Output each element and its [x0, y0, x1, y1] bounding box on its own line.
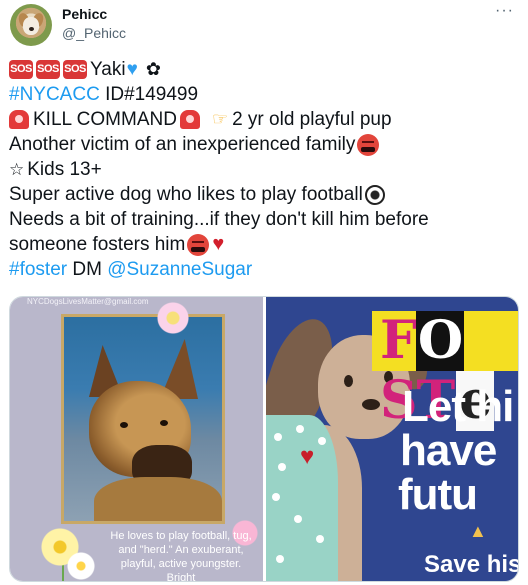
avatar-dog-face [23, 17, 39, 35]
police-light-icon [9, 110, 29, 129]
kids-text: Kids 13+ [27, 159, 102, 180]
hashtag-nycacc-link[interactable]: #NYCACC [9, 82, 100, 107]
shirt-dot [316, 535, 324, 543]
photo-frame [61, 314, 225, 524]
age-description-text: 2 yr old playful pup [232, 109, 392, 130]
flower-decoration [156, 301, 190, 335]
shirt-dot [318, 437, 326, 445]
tweet-line-4: Another victim of an inexperienced famil… [9, 132, 519, 157]
tweet-header: Pehicc @_Pehicc ··· [10, 2, 518, 46]
cartoon-dog-eye [344, 375, 353, 387]
blue-heart-icon: ♥ [126, 59, 138, 80]
tweet-line-9: #foster DM @SuzanneSugar [9, 257, 519, 282]
watermark-text: NYCDogsLivesMatter@gmail.com [27, 297, 149, 306]
tweet-line-1: SOS SOS SOS Yaki ♥ ✿ [9, 57, 519, 82]
tweet-line-2: #NYCACC ID#149499 [9, 82, 519, 107]
paw-prints-icon: ✿ [145, 59, 161, 79]
avatar[interactable] [10, 4, 52, 46]
avatar-dog-nose [29, 27, 34, 31]
cartoon-dog-nose [362, 399, 380, 410]
praying-hands-icon: ▲ [469, 521, 487, 541]
training-text: Needs a bit of training...if they don't … [9, 209, 429, 230]
photo-caption: He loves to play football, tug, and "her… [110, 530, 252, 582]
shirt-dot [276, 555, 284, 563]
author-display-name[interactable]: Pehicc [62, 6, 107, 22]
kill-command-text: KILL COMMAND [33, 109, 177, 130]
active-dog-text: Super active dog who likes to play footb… [9, 184, 363, 205]
dm-text: DM [67, 259, 108, 280]
dog-eye [160, 420, 168, 426]
dog-eye [120, 422, 128, 428]
victim-text: Another victim of an inexperienced famil… [9, 134, 356, 155]
author-handle[interactable]: @_Pehicc [62, 25, 126, 41]
poster-line: have [400, 426, 497, 475]
police-light-icon [179, 110, 200, 129]
foster-letter-f: F [380, 310, 417, 371]
dog-body [94, 477, 222, 521]
poster-line: futu [398, 470, 478, 519]
fosters-text: someone fosters him [9, 234, 186, 255]
animal-id-text: ID#149499 [99, 84, 199, 105]
kids-icon: ☆ [9, 160, 25, 179]
tweet-line-6: Super active dog who likes to play footb… [9, 182, 519, 207]
shirt-dot [278, 463, 286, 471]
tweet-line-7: Needs a bit of training...if they don't … [9, 207, 519, 232]
dog-photo [64, 317, 222, 521]
poster-headline: Let hi have futu [398, 382, 514, 517]
dog-photo-card[interactable]: NYCDogsLivesMatter@gmail.com He loves to… [10, 297, 263, 582]
dog-name-text: Yaki [90, 59, 126, 80]
poster-save-text: Save his [424, 551, 519, 578]
sos-icon: SOS [63, 60, 87, 79]
swearing-face-icon [357, 133, 380, 156]
shirt-dot [274, 433, 282, 441]
shirt-dot [294, 515, 302, 523]
foster-poster-card[interactable]: ♥ FOSTe Let hi have futu ▲ Save his [266, 297, 519, 581]
more-options-button[interactable]: ··· [495, 2, 514, 20]
tweet-line-3: KILL COMMAND ☞ 2 yr old playful pup [9, 107, 519, 132]
cartoon-heart-icon: ♥ [300, 443, 315, 470]
swearing-face-icon [187, 233, 210, 256]
shirt-dot [272, 493, 280, 501]
poster-line: Let hi [402, 382, 514, 431]
soccer-ball-icon [364, 184, 385, 205]
media-grid: NYCDogsLivesMatter@gmail.com He loves to… [9, 296, 519, 582]
shirt-dot [296, 425, 304, 433]
hashtag-foster-link[interactable]: #foster [9, 257, 67, 282]
tweet-line-8: someone fosters him ♥ [9, 232, 519, 257]
sos-icon: SOS [36, 60, 60, 79]
sos-icon: SOS [9, 60, 33, 79]
foster-letter-o: O [415, 310, 465, 371]
pointing-right-icon: ☞ [211, 109, 229, 129]
broken-heart-icon: ♥ [212, 233, 225, 255]
cartoon-dog-shirt [266, 415, 338, 581]
mention-link[interactable]: @SuzanneSugar [107, 257, 252, 282]
tweet-text: SOS SOS SOS Yaki ♥ ✿ #NYCACC ID#149499 K… [9, 57, 519, 282]
tweet-line-5: ☆ Kids 13+ [9, 157, 519, 182]
flower-decoration [66, 551, 96, 581]
